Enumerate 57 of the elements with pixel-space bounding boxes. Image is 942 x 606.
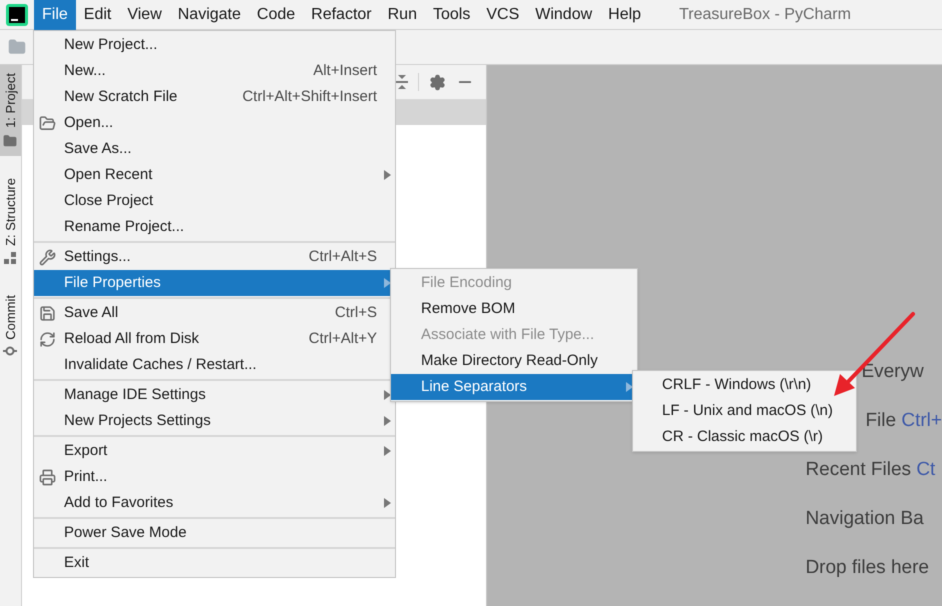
menu-item[interactable]: New Scratch File Ctrl+Alt+Shift+Insert <box>34 84 395 110</box>
menu-bar-item[interactable]: View <box>119 0 170 30</box>
submenu-arrow-icon <box>384 416 391 426</box>
menu-bar-item[interactable]: File <box>34 0 76 30</box>
structure-icon <box>4 252 17 265</box>
editor-hint: Everyw <box>861 360 924 383</box>
menu-item[interactable]: Export <box>34 438 395 464</box>
menu-bar-item[interactable]: Edit <box>76 0 120 30</box>
menu-item[interactable]: Open Recent <box>34 162 395 188</box>
menu-item[interactable]: Open... <box>34 110 395 136</box>
menu-bar-item[interactable]: Tools <box>424 0 478 30</box>
folder-icon <box>8 38 26 56</box>
menu-item[interactable]: Rename Project... <box>34 214 395 240</box>
menu-item[interactable]: Power Save Mode <box>34 520 395 546</box>
menu-item[interactable]: Make Directory Read-Only <box>391 348 637 374</box>
submenu-arrow-icon <box>384 170 391 180</box>
tool-window-tab[interactable]: Z: Structure <box>0 170 21 273</box>
tool-window-tab[interactable]: 1: Project <box>0 65 21 156</box>
folder-icon <box>39 114 56 132</box>
submenu-arrow-icon <box>384 498 391 508</box>
menu-bar-item[interactable]: Navigate <box>170 0 249 30</box>
menu-bar-item[interactable]: Refactor <box>303 0 380 30</box>
editor-hint: File Ctrl+ <box>865 409 942 432</box>
menu-item[interactable]: New... Alt+Insert <box>34 58 395 84</box>
menu-bar-item[interactable]: Window <box>527 0 600 30</box>
wrench-icon <box>39 248 56 266</box>
editor-hint: Recent Files Ct <box>805 458 936 481</box>
menu-bar-item[interactable]: VCS <box>478 0 528 30</box>
submenu-arrow-icon <box>626 382 633 392</box>
tool-window-tab[interactable]: Commit <box>0 286 21 364</box>
menu-item[interactable]: Close Project <box>34 188 395 214</box>
window-title: TreasureBox - PyCharm <box>679 4 851 24</box>
menu-item[interactable]: New Project... <box>34 32 395 58</box>
settings-icon[interactable] <box>429 74 446 90</box>
menu-item[interactable]: Print... <box>34 464 395 490</box>
menu-item[interactable]: CR - Classic macOS (\r) <box>633 424 856 450</box>
menu-item[interactable]: Save As... <box>34 136 395 162</box>
menu-item[interactable]: Add to Favorites <box>34 490 395 516</box>
editor-hint: Navigation Ba <box>805 507 924 530</box>
submenu-arrow-icon <box>384 390 391 400</box>
menu-item[interactable]: Exit <box>34 550 395 576</box>
menu-item[interactable]: Remove BOM <box>391 296 637 322</box>
submenu-arrow-icon <box>384 278 391 288</box>
commit-icon <box>3 346 18 356</box>
menu-item[interactable]: Settings... Ctrl+Alt+S <box>34 244 395 270</box>
app-logo-icon <box>6 4 28 26</box>
printer-icon <box>39 468 56 486</box>
collapse-icon <box>396 75 408 89</box>
menu-bar-item[interactable]: Code <box>248 0 304 30</box>
menu-bar-item[interactable]: Run <box>380 0 425 30</box>
editor-hint: Drop files here <box>805 556 929 579</box>
refresh-icon <box>39 330 56 348</box>
folder-icon <box>3 134 18 148</box>
menu-bar-item[interactable]: Help <box>600 0 650 30</box>
submenu-arrow-icon <box>384 446 391 456</box>
menu-item[interactable]: New Projects Settings <box>34 408 395 434</box>
menu-item[interactable]: LF - Unix and macOS (\n) <box>633 398 856 424</box>
